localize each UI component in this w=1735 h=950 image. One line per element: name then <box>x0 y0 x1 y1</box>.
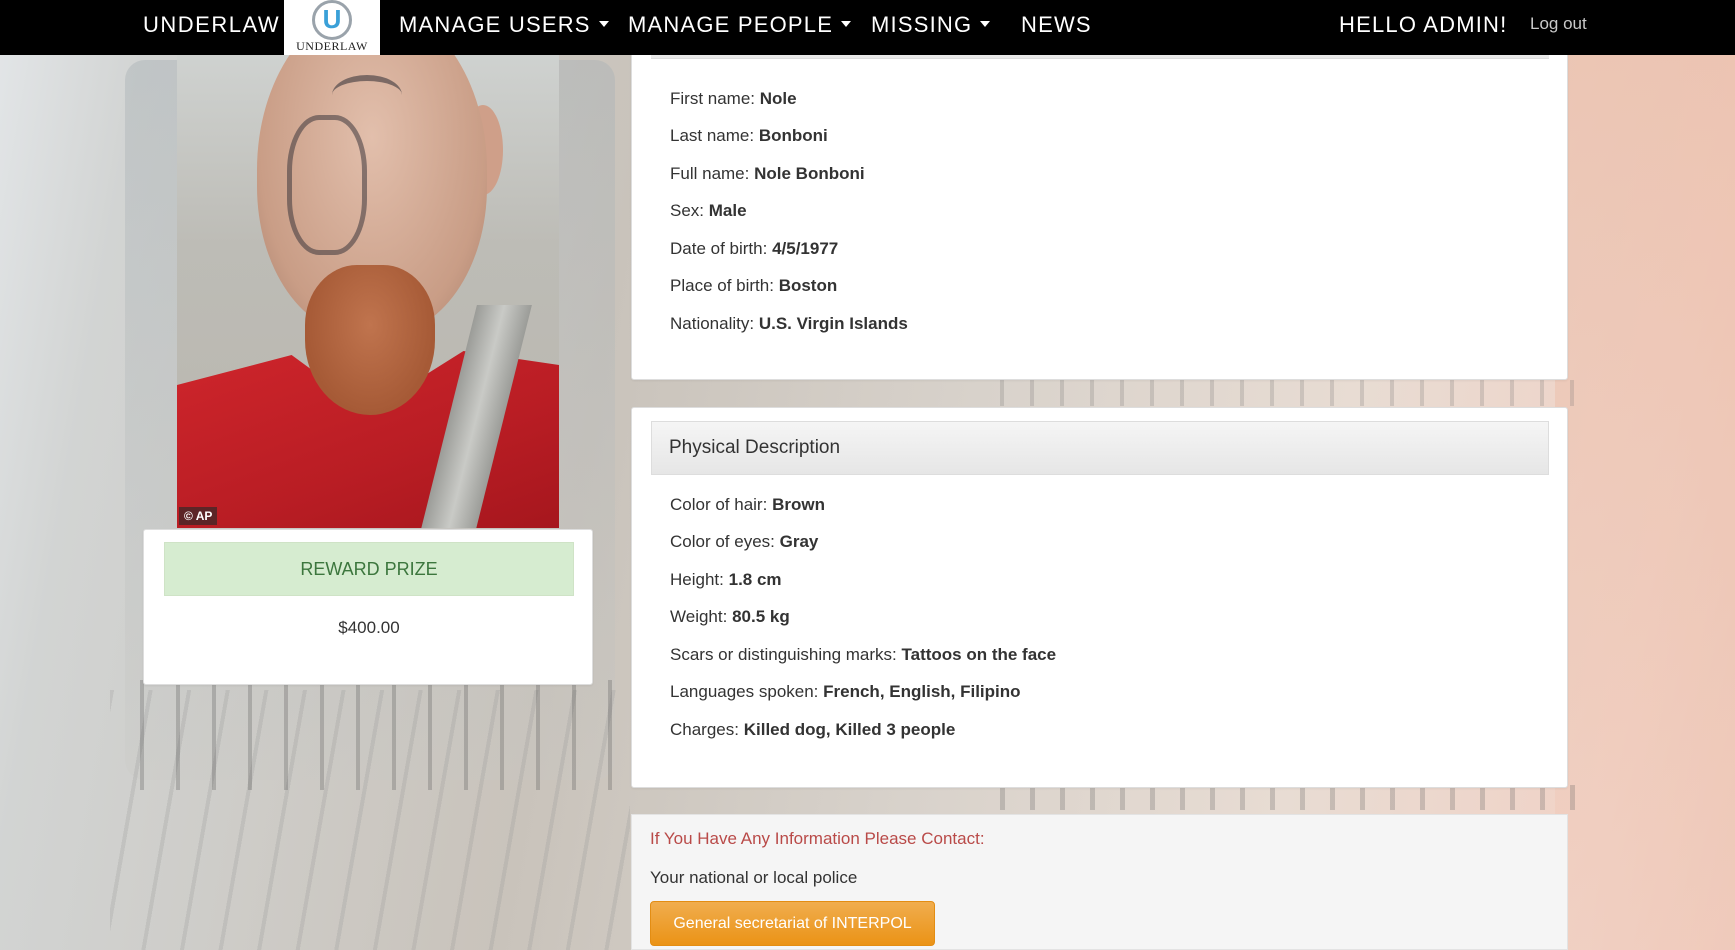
field-languages: Languages spoken: French, English, Filip… <box>670 682 1021 701</box>
nav-missing-label: MISSING <box>871 12 973 37</box>
brand-link[interactable]: UNDERLAW <box>143 12 280 38</box>
field-first-name: First name: Nole <box>670 89 797 108</box>
field-height: Height: 1.8 cm <box>670 570 782 589</box>
physical-description-title: Physical Description <box>669 437 841 458</box>
logo-text: UNDERLAW <box>296 39 368 53</box>
physical-description-header: Physical Description <box>651 421 1549 475</box>
field-sex: Sex: Male <box>670 201 747 220</box>
user-greeting[interactable]: HELLO ADMIN! <box>1339 12 1507 38</box>
nav-missing[interactable]: MISSING <box>871 12 991 38</box>
nav-news[interactable]: NEWS <box>1021 12 1092 38</box>
field-last-name: Last name: Bonboni <box>670 126 828 145</box>
nav-manage-people-label: MANAGE PEOPLE <box>628 12 834 37</box>
caret-down-icon <box>980 21 991 28</box>
photo-credit: © AP <box>179 507 218 525</box>
interpol-button[interactable]: General secretariat of INTERPOL <box>650 901 935 946</box>
reward-panel: REWARD PRIZE $400.00 <box>143 529 593 685</box>
field-eye-color: Color of eyes: Gray <box>670 532 819 551</box>
brand-logo[interactable]: U UNDERLAW <box>284 0 380 55</box>
caret-down-icon <box>841 21 852 28</box>
logout-link[interactable]: Log out <box>1530 14 1587 34</box>
field-date-of-birth: Date of birth: 4/5/1977 <box>670 239 839 258</box>
nav-manage-people[interactable]: MANAGE PEOPLE <box>628 12 852 38</box>
reward-title: REWARD PRIZE <box>164 542 574 596</box>
reward-amount: $400.00 <box>338 618 400 637</box>
nav-manage-users[interactable]: MANAGE USERS <box>399 12 609 38</box>
field-charges: Charges: Killed dog, Killed 3 people <box>670 720 956 739</box>
caret-down-icon <box>598 21 609 28</box>
logo-u-icon: U <box>312 0 352 40</box>
contact-text: Your national or local police <box>650 868 858 887</box>
nav-manage-users-label: MANAGE USERS <box>399 12 591 37</box>
contact-panel: If You Have Any Information Please Conta… <box>631 814 1568 950</box>
suspect-photo: © AP <box>177 55 559 528</box>
field-weight: Weight: 80.5 kg <box>670 607 790 626</box>
field-nationality: Nationality: U.S. Virgin Islands <box>670 314 908 333</box>
top-navbar: UNDERLAW U UNDERLAW MANAGE USERS MANAGE … <box>0 0 1735 55</box>
nav-news-label: NEWS <box>1021 12 1092 37</box>
field-hair-color: Color of hair: Brown <box>670 495 825 514</box>
identity-panel: First name: Nole Last name: Bonboni Full… <box>631 39 1568 380</box>
physical-description-panel: Physical Description Color of hair: Brow… <box>631 407 1568 788</box>
field-full-name: Full name: Nole Bonboni <box>670 164 865 183</box>
field-scars: Scars or distinguishing marks: Tattoos o… <box>670 645 1057 664</box>
field-place-of-birth: Place of birth: Boston <box>670 276 838 295</box>
contact-title: If You Have Any Information Please Conta… <box>650 829 985 848</box>
